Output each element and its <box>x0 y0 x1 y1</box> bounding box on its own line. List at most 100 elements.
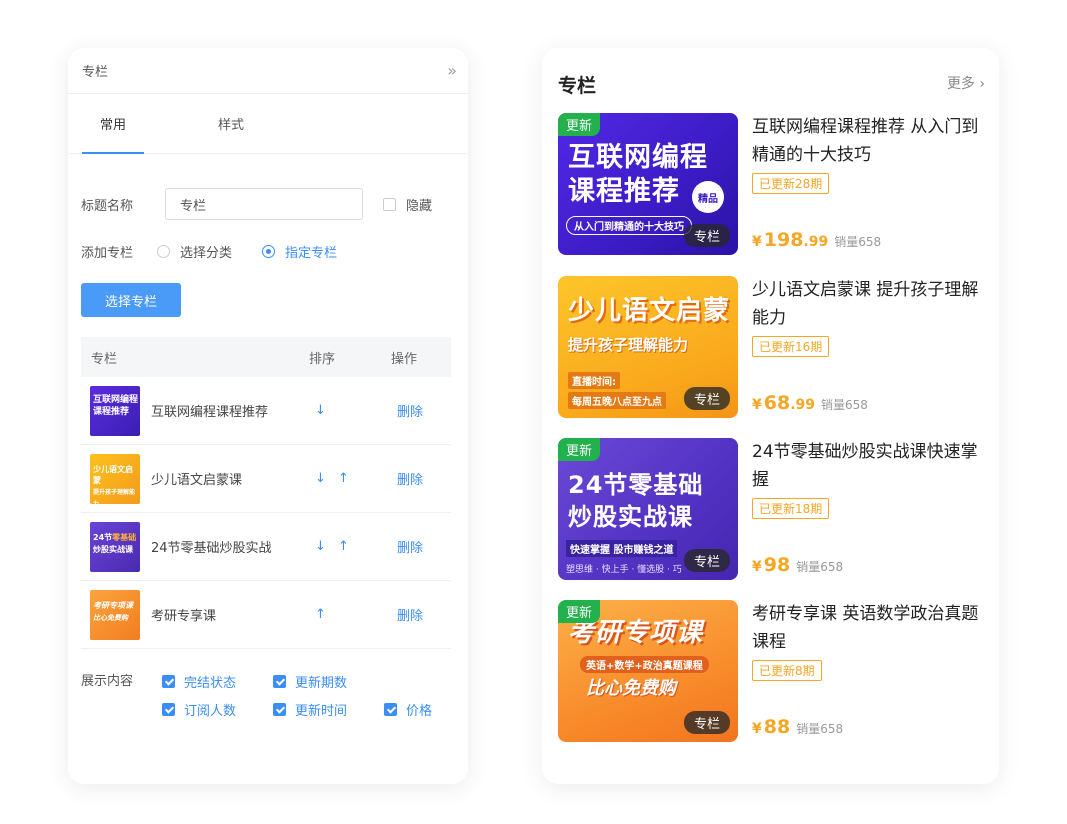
column-preview-card: 专栏 更多 › 互联网编程 课程推荐 精品 从入门到精通的十大技巧 更新 专栏 … <box>542 48 999 784</box>
column-cover: 互联网编程 课程推荐 精品 从入门到精通的十大技巧 更新 专栏 <box>558 113 738 255</box>
checkbox[interactable] <box>273 675 286 688</box>
radio-specify-column-label: 指定专栏 <box>285 246 338 261</box>
hide-checkbox[interactable] <box>383 197 397 211</box>
double-chevron-right-icon[interactable]: ›› <box>447 61 457 80</box>
cover-title-line: 炒股实战课 <box>568 503 693 531</box>
column-name: 互联网编程课程推荐 <box>151 405 269 420</box>
delete-link[interactable]: 删除 <box>391 469 451 488</box>
radio-choose-category[interactable] <box>157 245 171 258</box>
cover-title-line: 课程推荐 <box>568 176 680 207</box>
checkbox[interactable] <box>384 703 397 716</box>
title-input[interactable]: 专栏 <box>165 188 364 220</box>
title-field-label: 标题名称 <box>81 198 134 214</box>
option-update-time[interactable]: 更新时间 <box>273 700 347 719</box>
column-title: 考研专享课 英语数学政治真题课程 <box>752 604 979 652</box>
column-table: 专栏 排序 操作 互联网编程 课程推荐 互联网编程课程推荐 ↓ 删除 少儿语文启蒙… <box>81 337 451 649</box>
delete-link[interactable]: 删除 <box>391 605 451 624</box>
column-name: 24节零基础炒股实战 <box>151 541 272 556</box>
delete-link[interactable]: 删除 <box>391 537 451 556</box>
column-info: 24节零基础炒股实战课快速掌握 已更新18期 ¥98 销量658 <box>752 438 988 580</box>
delete-link[interactable]: 删除 <box>391 401 451 420</box>
table-header: 专栏 排序 操作 <box>81 337 451 377</box>
cover-title-line: 互联网编程 <box>568 142 708 173</box>
column-thumbnail: 考研专项课 比心免费购 <box>90 589 140 640</box>
add-column-row: 添加专栏 选择分类 指定专栏 <box>81 242 337 261</box>
panel-header: 专栏 ›› <box>68 48 468 94</box>
column-title: 24节零基础炒股实战课快速掌握 <box>752 442 978 490</box>
sort-arrows[interactable]: ↓ <box>309 403 391 418</box>
tab-style[interactable]: 样式 <box>200 114 262 153</box>
cover-extra: 直播时间: <box>568 372 620 389</box>
option-label: 价格 <box>406 704 433 719</box>
column-cover: 24节零基础 炒股实战课 快速掌握 股市赚钱之道 塑思维 · 快上手 · 懂选股… <box>558 438 738 580</box>
column-title: 少儿语文启蒙课 提升孩子理解能力 <box>752 280 979 328</box>
column-cover: 考研专项课 英语+数学+政治真题课程 比心免费购 更新 专栏 <box>558 600 738 742</box>
table-row: 考研专项课 比心免费购 考研专享课 ↑ 删除 <box>81 581 451 649</box>
column-thumbnail: 24节零基础 炒股实战课 <box>90 521 140 572</box>
cover-subtitle: 从入门到精通的十大技巧 <box>566 216 692 235</box>
checkbox[interactable] <box>273 703 286 716</box>
price: ¥198.99 <box>752 229 829 251</box>
column-title: 互联网编程课程推荐 从入门到精通的十大技巧 <box>752 117 979 165</box>
price: ¥88 <box>752 716 791 738</box>
header-column: 专栏 <box>91 351 118 367</box>
checkbox[interactable] <box>162 703 175 716</box>
column-info: 少儿语文启蒙课 提升孩子理解能力 已更新16期 ¥68.99 销量658 <box>752 276 988 418</box>
column-info: 互联网编程课程推荐 从入门到精通的十大技巧 已更新28期 ¥198.99 销量6… <box>752 113 988 255</box>
cover-subtitle: 快速掌握 股市赚钱之道 <box>566 540 678 557</box>
settings-panel: 专栏 ›› 常用 样式 标题名称 专栏 隐藏 添加专栏 选择分类 指定专栏 选择… <box>68 48 468 784</box>
tag-column: 专栏 <box>683 711 730 734</box>
column-item[interactable]: 互联网编程 课程推荐 精品 从入门到精通的十大技巧 更新 专栏 互联网编程课程推… <box>558 113 988 255</box>
tag-column: 专栏 <box>683 387 730 410</box>
header-sort: 排序 <box>309 351 336 367</box>
cover-extra: 比心免费购 <box>586 678 676 699</box>
cover-badge: 精品 <box>692 181 724 213</box>
sales-count: 销量658 <box>821 398 868 412</box>
panel-title: 专栏 <box>82 65 109 80</box>
cover-subtitle: 英语+数学+政治真题课程 <box>580 656 709 673</box>
sales-count: 销量658 <box>834 235 882 249</box>
tag-new: 更新 <box>558 438 601 461</box>
cover-title-line: 24节零基础 <box>568 471 704 499</box>
option-label: 更新时间 <box>295 704 348 719</box>
hide-label: 隐藏 <box>406 198 433 214</box>
column-info: 考研专享课 英语数学政治真题课程 已更新8期 ¥88 销量658 <box>752 600 988 742</box>
column-thumbnail: 互联网编程 课程推荐 <box>90 385 140 436</box>
column-item[interactable]: 少儿语文启蒙 提升孩子理解能力 直播时间: 每周五晚八点至九点 专栏 少儿语文启… <box>558 276 988 418</box>
column-item[interactable]: 考研专项课 英语+数学+政治真题课程 比心免费购 更新 专栏 考研专享课 英语数… <box>558 600 988 742</box>
update-badge: 已更新8期 <box>752 660 822 681</box>
sort-arrows[interactable]: ↑ <box>309 607 391 622</box>
option-price[interactable]: 价格 <box>384 700 432 719</box>
preview-title: 专栏 <box>558 75 597 97</box>
table-row: 互联网编程 课程推荐 互联网编程课程推荐 ↓ 删除 <box>81 377 451 445</box>
sort-arrows[interactable]: ↓ ↑ <box>309 471 391 486</box>
option-update-count[interactable]: 更新期数 <box>273 672 347 691</box>
price-row: ¥198.99 销量658 <box>752 229 881 251</box>
select-column-button[interactable]: 选择专栏 <box>81 283 181 317</box>
column-name: 考研专享课 <box>151 609 217 624</box>
option-subscribers[interactable]: 订阅人数 <box>162 700 236 719</box>
sales-count: 销量658 <box>796 560 844 574</box>
column-thumbnail: 少儿语文启蒙提升孩子理解能力 <box>90 453 140 504</box>
more-link[interactable]: 更多 › <box>947 73 985 93</box>
tab-common[interactable]: 常用 <box>82 114 144 154</box>
option-finish-status[interactable]: 完结状态 <box>162 672 236 691</box>
checkbox[interactable] <box>162 675 175 688</box>
cover-title-line: 少儿语文启蒙 <box>568 296 731 326</box>
table-row: 24节零基础 炒股实战课 24节零基础炒股实战 ↓ ↑ 删除 <box>81 513 451 581</box>
tag-column: 专栏 <box>683 224 730 247</box>
header-action: 操作 <box>391 351 418 367</box>
column-item[interactable]: 24节零基础 炒股实战课 快速掌握 股市赚钱之道 塑思维 · 快上手 · 懂选股… <box>558 438 988 580</box>
column-name: 少儿语文启蒙课 <box>151 473 243 488</box>
cover-subtitle: 提升孩子理解能力 <box>568 336 689 354</box>
radio-specify-column[interactable] <box>262 245 276 258</box>
table-row: 少儿语文启蒙提升孩子理解能力 少儿语文启蒙课 ↓ ↑ 删除 <box>81 445 451 513</box>
sort-arrows[interactable]: ↓ ↑ <box>309 539 391 554</box>
update-badge: 已更新16期 <box>752 336 830 357</box>
title-row: 标题名称 专栏 隐藏 <box>81 188 432 220</box>
cover-extra: 塑思维 · 快上手 · 懂选股 · 巧 <box>566 565 682 575</box>
option-label: 订阅人数 <box>184 704 237 719</box>
price-row: ¥88 销量658 <box>752 716 843 738</box>
tag-new: 更新 <box>558 600 601 623</box>
tag-column: 专栏 <box>683 549 730 572</box>
